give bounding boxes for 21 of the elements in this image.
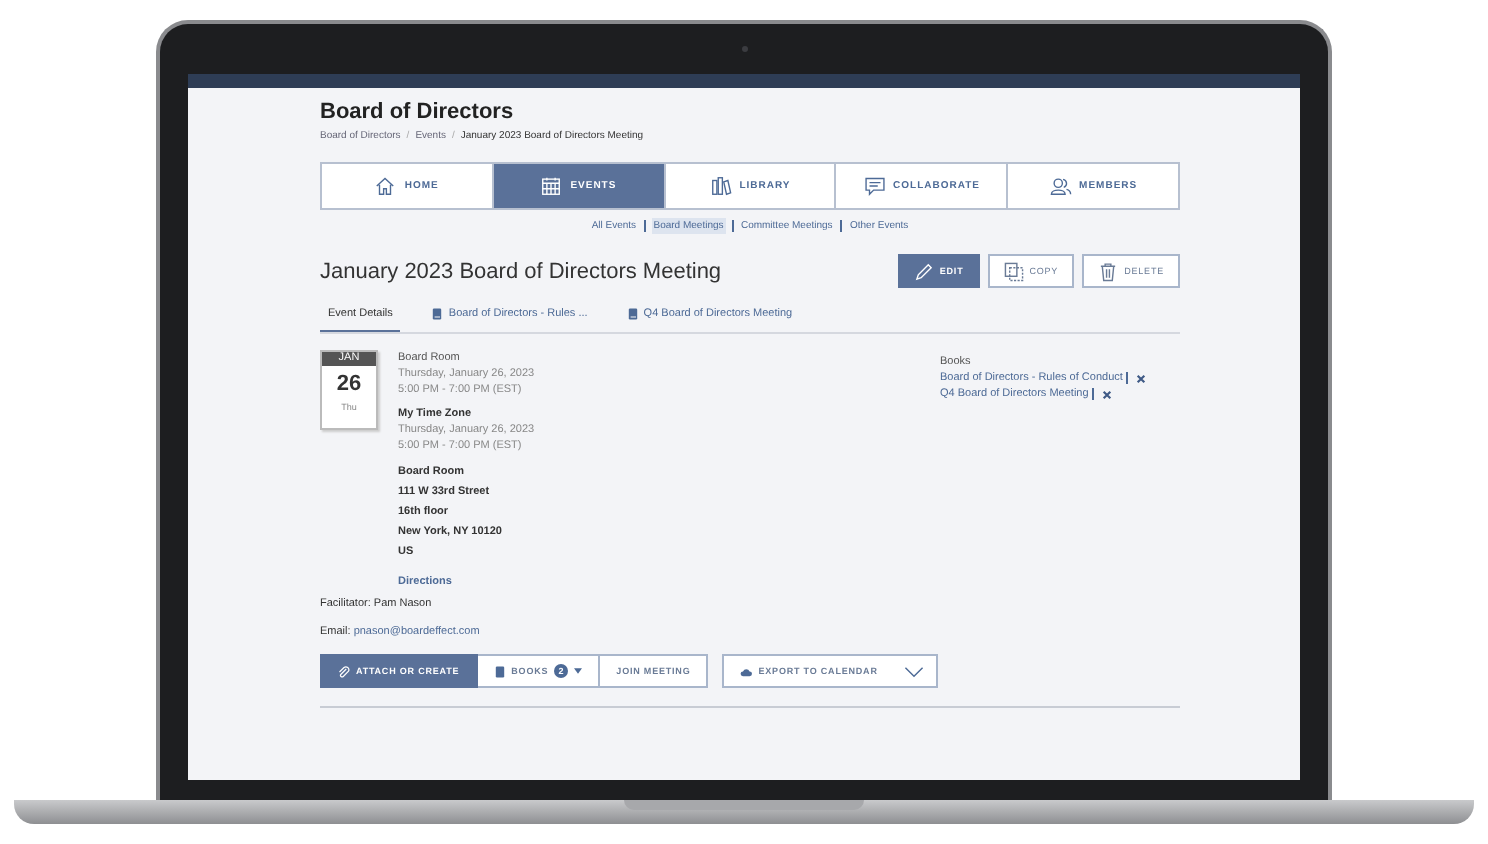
calendar-day: 26 (336, 372, 362, 396)
people-icon (1049, 176, 1072, 196)
house-icon (374, 176, 397, 196)
caret-icon (574, 668, 583, 674)
remove-icon[interactable] (1101, 389, 1112, 399)
pencil-icon (913, 261, 934, 281)
copy-icon (1003, 261, 1024, 281)
page-title: Board of Directors (320, 100, 516, 124)
book-icon (627, 308, 638, 320)
remove-icon[interactable] (1136, 373, 1147, 383)
chat-bubble-icon (863, 176, 886, 196)
chevron-down-icon (903, 665, 924, 677)
camera-dot (742, 46, 748, 52)
paperclip-icon (338, 665, 350, 677)
calendar-icon (540, 176, 563, 196)
trash-icon (1098, 261, 1119, 281)
cloud-icon (740, 665, 753, 677)
book-icon (493, 665, 506, 677)
books-icon (709, 176, 732, 196)
event-title: January 2023 Board of Directors Meeting (320, 259, 722, 283)
book-icon (432, 308, 443, 320)
